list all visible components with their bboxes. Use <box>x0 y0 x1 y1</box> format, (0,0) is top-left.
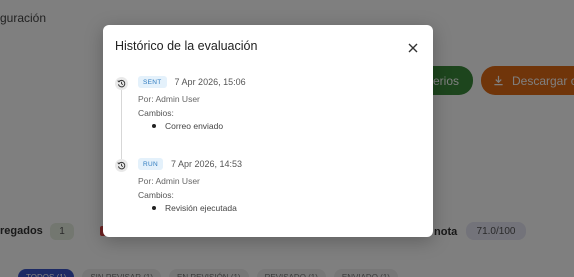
status-badge: RUN <box>138 158 163 170</box>
timeline-line <box>121 90 122 165</box>
timeline-entry: SENT 7 Apr 2026, 15:06 Por: Admin User C… <box>138 75 246 131</box>
history-icon <box>115 159 128 172</box>
entry-author: Por: Admin User <box>138 94 200 104</box>
close-icon <box>408 43 418 53</box>
change-item: Revisión ejecutada <box>152 203 242 213</box>
changes-list: Correo enviado <box>138 121 246 131</box>
history-dialog: Histórico de la evaluación SENT 7 Apr 20… <box>103 25 433 237</box>
entry-author: Por: Admin User <box>138 176 200 186</box>
close-button[interactable] <box>405 40 421 56</box>
entry-timestamp: 7 Apr 2026, 14:53 <box>170 159 243 169</box>
entry-changes-label: Cambios: <box>138 190 174 200</box>
changes-list: Revisión ejecutada <box>138 203 242 213</box>
entry-timestamp: 7 Apr 2026, 15:06 <box>174 77 246 87</box>
dialog-title: Histórico de la evaluación <box>115 39 258 53</box>
history-icon <box>115 77 128 90</box>
change-item: Correo enviado <box>152 121 246 131</box>
entry-changes-label: Cambios: <box>138 108 174 118</box>
status-badge: SENT <box>138 76 167 88</box>
timeline-entry: RUN 7 Apr 2026, 14:53 Por: Admin User Ca… <box>138 157 242 213</box>
